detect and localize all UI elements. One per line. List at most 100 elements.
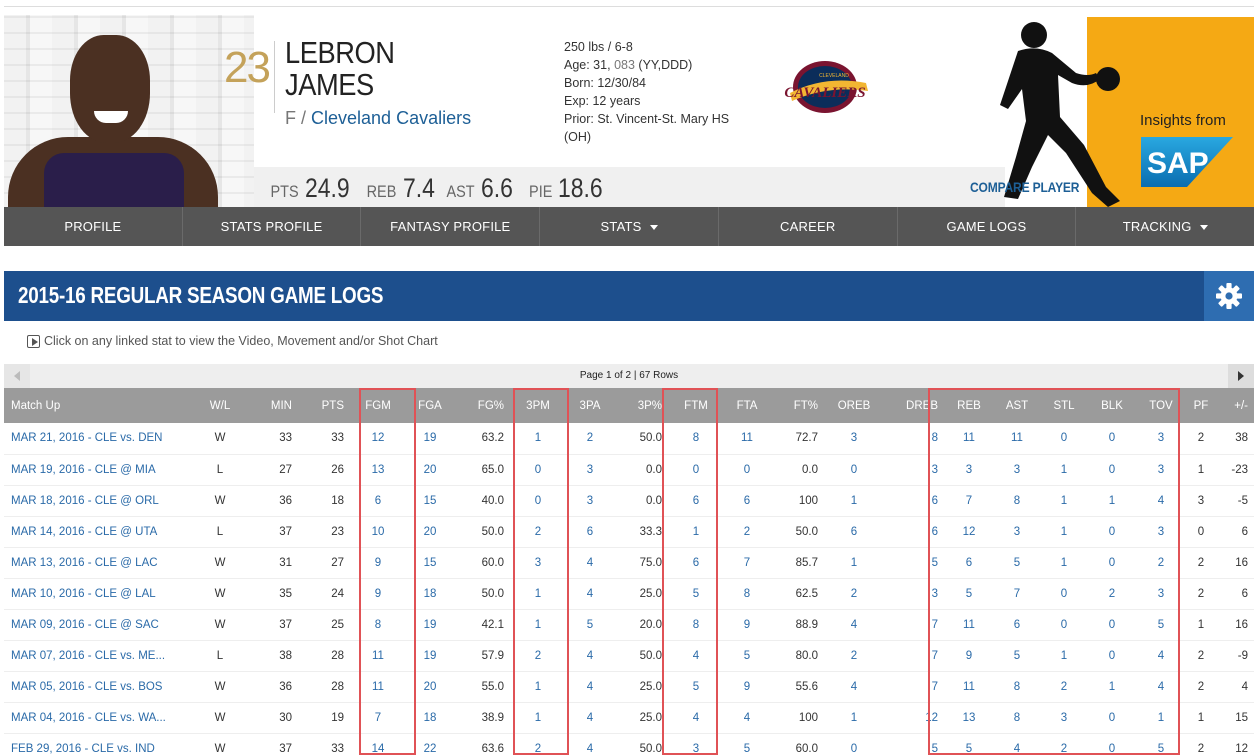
matchup-link[interactable]: MAR 14, 2016 - CLE @ UTA: [4, 516, 194, 548]
col-header-ft[interactable]: FT%: [770, 388, 824, 423]
cell-fga[interactable]: 20: [406, 454, 454, 486]
cell-fgm[interactable]: 9: [350, 547, 406, 579]
cell-reb[interactable]: 5: [944, 733, 994, 755]
cell-dreb[interactable]: 3: [884, 578, 944, 610]
col-header-match-up[interactable]: Match Up: [4, 388, 194, 423]
cell-tov[interactable]: 3: [1136, 516, 1186, 548]
settings-button[interactable]: [1204, 271, 1254, 321]
cell-3pa[interactable]: 4: [566, 671, 614, 703]
cell-ftm[interactable]: 6: [668, 485, 724, 517]
cell-blk[interactable]: 0: [1088, 454, 1136, 486]
cell-stl[interactable]: 0: [1040, 609, 1088, 641]
cell-stl[interactable]: 1: [1040, 454, 1088, 486]
matchup-link[interactable]: MAR 09, 2016 - CLE @ SAC: [4, 609, 194, 641]
cell-stl[interactable]: 0: [1040, 578, 1088, 610]
col-header-3p[interactable]: 3P%: [614, 388, 668, 423]
cell-stl[interactable]: 2: [1040, 733, 1088, 755]
cell-tov[interactable]: 3: [1136, 423, 1186, 455]
cell-ftm[interactable]: 0: [668, 454, 724, 486]
cell-reb[interactable]: 11: [944, 671, 994, 703]
cell-blk[interactable]: 0: [1088, 609, 1136, 641]
col-header-tov[interactable]: TOV: [1136, 388, 1186, 423]
cell-oreb[interactable]: 0: [824, 454, 884, 486]
cell-blk[interactable]: 1: [1088, 671, 1136, 703]
cell-3pm[interactable]: 2: [510, 640, 566, 672]
cell-blk[interactable]: 0: [1088, 640, 1136, 672]
cell-tov[interactable]: 1: [1136, 702, 1186, 734]
cell-reb[interactable]: 5: [944, 578, 994, 610]
cell-tov[interactable]: 4: [1136, 640, 1186, 672]
cell-3pm[interactable]: 1: [510, 423, 566, 455]
cell-ftm[interactable]: 4: [668, 702, 724, 734]
cell-3pa[interactable]: 6: [566, 516, 614, 548]
cell-oreb[interactable]: 1: [824, 702, 884, 734]
cell-reb[interactable]: 12: [944, 516, 994, 548]
cell-oreb[interactable]: 3: [824, 423, 884, 455]
cell-ftm[interactable]: 8: [668, 423, 724, 455]
matchup-link[interactable]: MAR 05, 2016 - CLE vs. BOS: [4, 671, 194, 703]
nav-career[interactable]: CAREER: [719, 207, 898, 246]
cell-reb[interactable]: 11: [944, 423, 994, 455]
cell-fgm[interactable]: 10: [350, 516, 406, 548]
cell-fta[interactable]: 7: [724, 547, 770, 579]
cell-blk[interactable]: 1: [1088, 485, 1136, 517]
cell-stl[interactable]: 0: [1040, 423, 1088, 455]
cell-fgm[interactable]: 13: [350, 454, 406, 486]
cell-oreb[interactable]: 4: [824, 609, 884, 641]
cell-ast[interactable]: 3: [994, 454, 1040, 486]
cell-tov[interactable]: 4: [1136, 671, 1186, 703]
cell-ast[interactable]: 5: [994, 640, 1040, 672]
col-header-reb[interactable]: REB: [944, 388, 994, 423]
cell-ast[interactable]: 4: [994, 733, 1040, 755]
col-header-blk[interactable]: BLK: [1088, 388, 1136, 423]
matchup-link[interactable]: MAR 07, 2016 - CLE vs. ME...: [4, 640, 194, 672]
cell-fga[interactable]: 20: [406, 671, 454, 703]
cell-3pa[interactable]: 4: [566, 640, 614, 672]
cell-ftm[interactable]: 5: [668, 578, 724, 610]
cell-fgm[interactable]: 8: [350, 609, 406, 641]
nav-fantasy-profile[interactable]: FANTASY PROFILE: [361, 207, 541, 246]
cell-ftm[interactable]: 1: [668, 516, 724, 548]
cell-fta[interactable]: 6: [724, 485, 770, 517]
col-header-min[interactable]: MIN: [246, 388, 298, 423]
cell-tov[interactable]: 4: [1136, 485, 1186, 517]
cell-fta[interactable]: 5: [724, 733, 770, 755]
matchup-link[interactable]: MAR 21, 2016 - CLE vs. DEN: [4, 423, 194, 455]
cell-3pa[interactable]: 3: [566, 485, 614, 517]
cell-fga[interactable]: 18: [406, 578, 454, 610]
cell-stl[interactable]: 3: [1040, 702, 1088, 734]
cell-oreb[interactable]: 4: [824, 671, 884, 703]
cell-fgm[interactable]: 11: [350, 640, 406, 672]
cell-dreb[interactable]: 7: [884, 671, 944, 703]
cell-ast[interactable]: 8: [994, 671, 1040, 703]
col-header-ftm[interactable]: FTM: [668, 388, 724, 423]
col-header-fg[interactable]: FG%: [454, 388, 510, 423]
col-header-ast[interactable]: AST: [994, 388, 1040, 423]
cell-blk[interactable]: 0: [1088, 733, 1136, 755]
col-header-w-l[interactable]: W/L: [194, 388, 246, 423]
matchup-link[interactable]: MAR 18, 2016 - CLE @ ORL: [4, 485, 194, 517]
cell-fta[interactable]: 5: [724, 640, 770, 672]
cell-dreb[interactable]: 12: [884, 702, 944, 734]
cell-reb[interactable]: 7: [944, 485, 994, 517]
matchup-link[interactable]: MAR 04, 2016 - CLE vs. WA...: [4, 702, 194, 734]
cell-oreb[interactable]: 0: [824, 733, 884, 755]
cell-ftm[interactable]: 6: [668, 547, 724, 579]
cell-fga[interactable]: 18: [406, 702, 454, 734]
cell-fga[interactable]: 19: [406, 640, 454, 672]
cell-reb[interactable]: 11: [944, 609, 994, 641]
col-header-fga[interactable]: FGA: [406, 388, 454, 423]
cell-tov[interactable]: 3: [1136, 578, 1186, 610]
cell-3pm[interactable]: 1: [510, 702, 566, 734]
team-link[interactable]: Cleveland Cavaliers: [311, 108, 471, 128]
cell-fta[interactable]: 4: [724, 702, 770, 734]
cell-dreb[interactable]: 5: [884, 547, 944, 579]
col-header-stl[interactable]: STL: [1040, 388, 1088, 423]
cell-dreb[interactable]: 8: [884, 423, 944, 455]
col-header-oreb[interactable]: OREB: [824, 388, 884, 423]
cell-3pa[interactable]: 5: [566, 609, 614, 641]
cell-ftm[interactable]: 8: [668, 609, 724, 641]
col-header-pts[interactable]: PTS: [298, 388, 350, 423]
col-header-[interactable]: +/-: [1216, 388, 1254, 423]
cell-fta[interactable]: 9: [724, 671, 770, 703]
